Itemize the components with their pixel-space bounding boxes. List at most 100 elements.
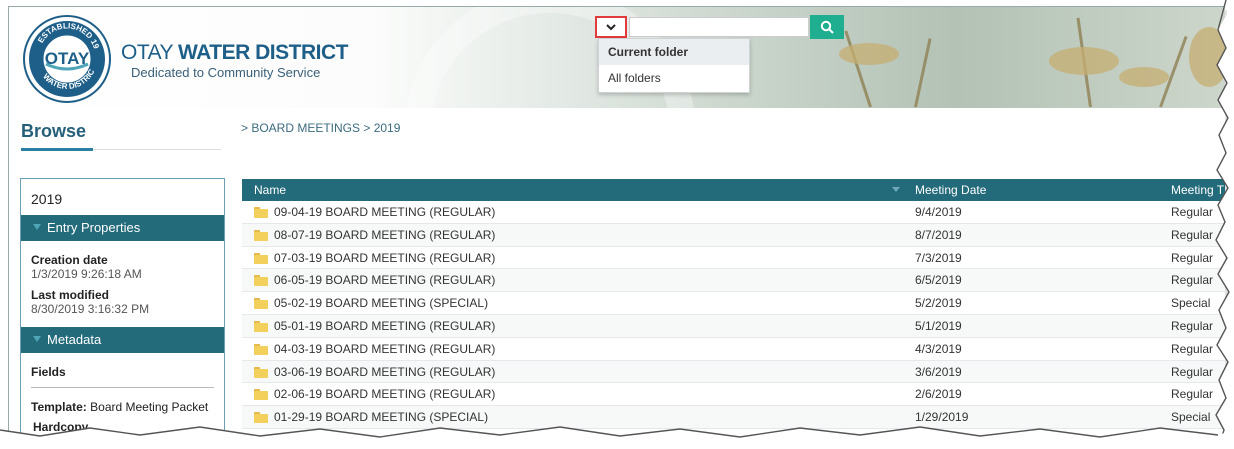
- search-scope-button[interactable]: [595, 16, 627, 38]
- row-name[interactable]: 08-07-19 BOARD MEETING (REGULAR): [274, 224, 495, 246]
- row-meeting-type: Regular: [1171, 341, 1214, 356]
- row-name[interactable]: 04-03-19 BOARD MEETING (REGULAR): [274, 338, 495, 360]
- table-row[interactable]: 07-03-19 BOARD MEETING (REGULAR) 7/3/2019…: [242, 247, 1225, 270]
- folder-icon: [254, 207, 268, 218]
- row-meeting-date: 8/7/2019: [915, 227, 962, 242]
- row-meeting-date: 7/3/2019: [915, 250, 962, 265]
- last-modified-value: 8/30/2019 3:16:32 PM: [31, 302, 150, 316]
- decor-stalk: [914, 38, 932, 108]
- svg-text:OTAY: OTAY: [45, 49, 90, 68]
- creation-date: Creation date 1/3/2019 9:26:18 AM: [21, 253, 224, 281]
- folder-icon: [254, 343, 268, 355]
- folder-icon: [254, 229, 268, 241]
- row-meeting-type: Regular: [1171, 227, 1214, 242]
- entry-panel: 2019 Entry Properties Creation date 1/3/…: [20, 178, 225, 439]
- row-meeting-date: 6/5/2019: [915, 273, 962, 288]
- brand-subtitle: Dedicated to Community Service: [131, 65, 321, 80]
- decor-seedhead: [1189, 27, 1225, 87]
- search-input[interactable]: [629, 17, 809, 37]
- row-name[interactable]: 05-01-19 BOARD MEETING (REGULAR): [274, 315, 495, 337]
- row-meeting-date: 2/6/2019: [915, 387, 962, 402]
- brand-title: OTAY WATER DISTRICT: [121, 41, 348, 64]
- browse-divider: [21, 148, 221, 151]
- hardcopy-label: Hardcopy: [33, 420, 89, 434]
- row-meeting-type: Regular: [1171, 273, 1214, 288]
- entry-properties-header[interactable]: Entry Properties: [21, 215, 224, 241]
- creation-date-value: 1/3/2019 9:26:18 AM: [31, 267, 142, 281]
- caret-down-icon: [33, 336, 41, 342]
- folder-icon: [254, 275, 268, 287]
- row-name[interactable]: 06-05-19 BOARD MEETING (REGULAR): [274, 269, 495, 291]
- folder-icon: [254, 252, 268, 264]
- row-name[interactable]: 02-06-19 BOARD MEETING (REGULAR): [274, 383, 495, 405]
- table-row[interactable]: 09-04-19 BOARD MEETING (REGULAR) 9/4/2019…: [242, 201, 1225, 224]
- row-name[interactable]: 01-29-19 BOARD MEETING (SPECIAL): [274, 406, 488, 428]
- decor-seedhead: [839, 43, 899, 65]
- row-meeting-date: 5/1/2019: [915, 318, 962, 333]
- last-modified-label: Last modified: [31, 288, 110, 302]
- entry-name: 2019: [31, 191, 63, 207]
- brand: OTAY WATER DISTRICT Dedicated to Communi…: [121, 41, 348, 80]
- last-modified: Last modified 8/30/2019 3:16:32 PM: [21, 288, 224, 316]
- row-name[interactable]: 09-04-19 BOARD MEETING (REGULAR): [274, 201, 495, 223]
- table-row[interactable]: 05-02-19 BOARD MEETING (SPECIAL) 5/2/2019…: [242, 292, 1225, 315]
- folder-icon: [254, 298, 268, 310]
- creation-date-label: Creation date: [31, 253, 108, 267]
- search-icon: [820, 20, 834, 34]
- row-meeting-date: 4/3/2019: [915, 341, 962, 356]
- decor-seedhead: [1049, 47, 1119, 75]
- sort-caret-icon[interactable]: [892, 187, 900, 192]
- scope-option-all-folders[interactable]: All folders: [599, 65, 749, 91]
- row-meeting-type: Special: [1171, 296, 1211, 311]
- template-label: Template:: [31, 400, 87, 414]
- row-name[interactable]: 05-02-19 BOARD MEETING (SPECIAL): [274, 292, 488, 314]
- page: ESTABLISHED 1956 WATER DISTRICT OTAY OTA…: [8, 6, 1225, 439]
- table-body: 09-04-19 BOARD MEETING (REGULAR) 9/4/2019…: [242, 201, 1225, 429]
- row-meeting-type: Regular: [1171, 250, 1214, 265]
- search-button[interactable]: [810, 15, 844, 39]
- fields-heading: Fields: [31, 365, 66, 379]
- row-meeting-type: Regular: [1171, 318, 1214, 333]
- template-value: Board Meeting Packet: [90, 400, 209, 414]
- row-meeting-date: 1/29/2019: [915, 410, 969, 425]
- row-meeting-type: Special: [1171, 410, 1211, 425]
- decor-stalk: [844, 30, 872, 108]
- browse-heading: Browse: [21, 121, 87, 141]
- entries-table: Name Meeting Date Meeting T 09-04-19 BOA…: [242, 179, 1225, 429]
- row-name[interactable]: 03-06-19 BOARD MEETING (REGULAR): [274, 361, 495, 383]
- row-meeting-date: 9/4/2019: [915, 205, 962, 219]
- row-meeting-type: Regular: [1171, 205, 1214, 219]
- folder-icon: [254, 412, 268, 424]
- column-meeting-type[interactable]: Meeting T: [1171, 179, 1224, 201]
- table-row[interactable]: 03-06-19 BOARD MEETING (REGULAR) 3/6/2019…: [242, 360, 1225, 384]
- table-row[interactable]: 08-07-19 BOARD MEETING (REGULAR) 8/7/2019…: [242, 223, 1225, 247]
- scope-option-current-folder[interactable]: Current folder: [599, 39, 749, 65]
- row-name[interactable]: 07-03-19 BOARD MEETING (REGULAR): [274, 247, 495, 269]
- otay-logo[interactable]: ESTABLISHED 1956 WATER DISTRICT OTAY: [22, 14, 112, 104]
- column-meeting-date[interactable]: Meeting Date: [915, 179, 986, 201]
- chevron-down-icon: [606, 24, 616, 31]
- browse-accent: [21, 148, 93, 151]
- table-row[interactable]: 04-03-19 BOARD MEETING (REGULAR) 4/3/2019…: [242, 338, 1225, 361]
- folder-icon: [254, 366, 268, 378]
- column-name[interactable]: Name: [254, 179, 286, 201]
- table-row[interactable]: 06-05-19 BOARD MEETING (REGULAR) 6/5/2019…: [242, 269, 1225, 293]
- search-scope-menu: Current folder All folders: [598, 38, 750, 93]
- row-meeting-type: Regular: [1171, 364, 1214, 379]
- table-row[interactable]: 01-29-19 BOARD MEETING (SPECIAL) 1/29/201…: [242, 406, 1225, 429]
- row-meeting-date: 3/6/2019: [915, 364, 962, 379]
- caret-down-icon: [33, 224, 41, 230]
- decor-seedhead: [1119, 67, 1169, 87]
- row-meeting-date: 5/2/2019: [915, 296, 962, 311]
- breadcrumb[interactable]: > BOARD MEETINGS > 2019: [241, 121, 400, 135]
- template-row: Template: Board Meeting Packet: [21, 388, 224, 414]
- folder-icon: [254, 320, 268, 332]
- entry-properties-label: Entry Properties: [47, 220, 141, 235]
- table-row[interactable]: 02-06-19 BOARD MEETING (REGULAR) 2/6/2019…: [242, 383, 1225, 407]
- table-header: Name Meeting Date Meeting T: [242, 179, 1225, 201]
- metadata-header[interactable]: Metadata: [21, 327, 224, 353]
- metadata-label: Metadata: [47, 332, 102, 347]
- table-row[interactable]: 05-01-19 BOARD MEETING (REGULAR) 5/1/2019…: [242, 314, 1225, 338]
- folder-icon: [254, 389, 268, 401]
- row-meeting-type: Regular: [1171, 387, 1214, 402]
